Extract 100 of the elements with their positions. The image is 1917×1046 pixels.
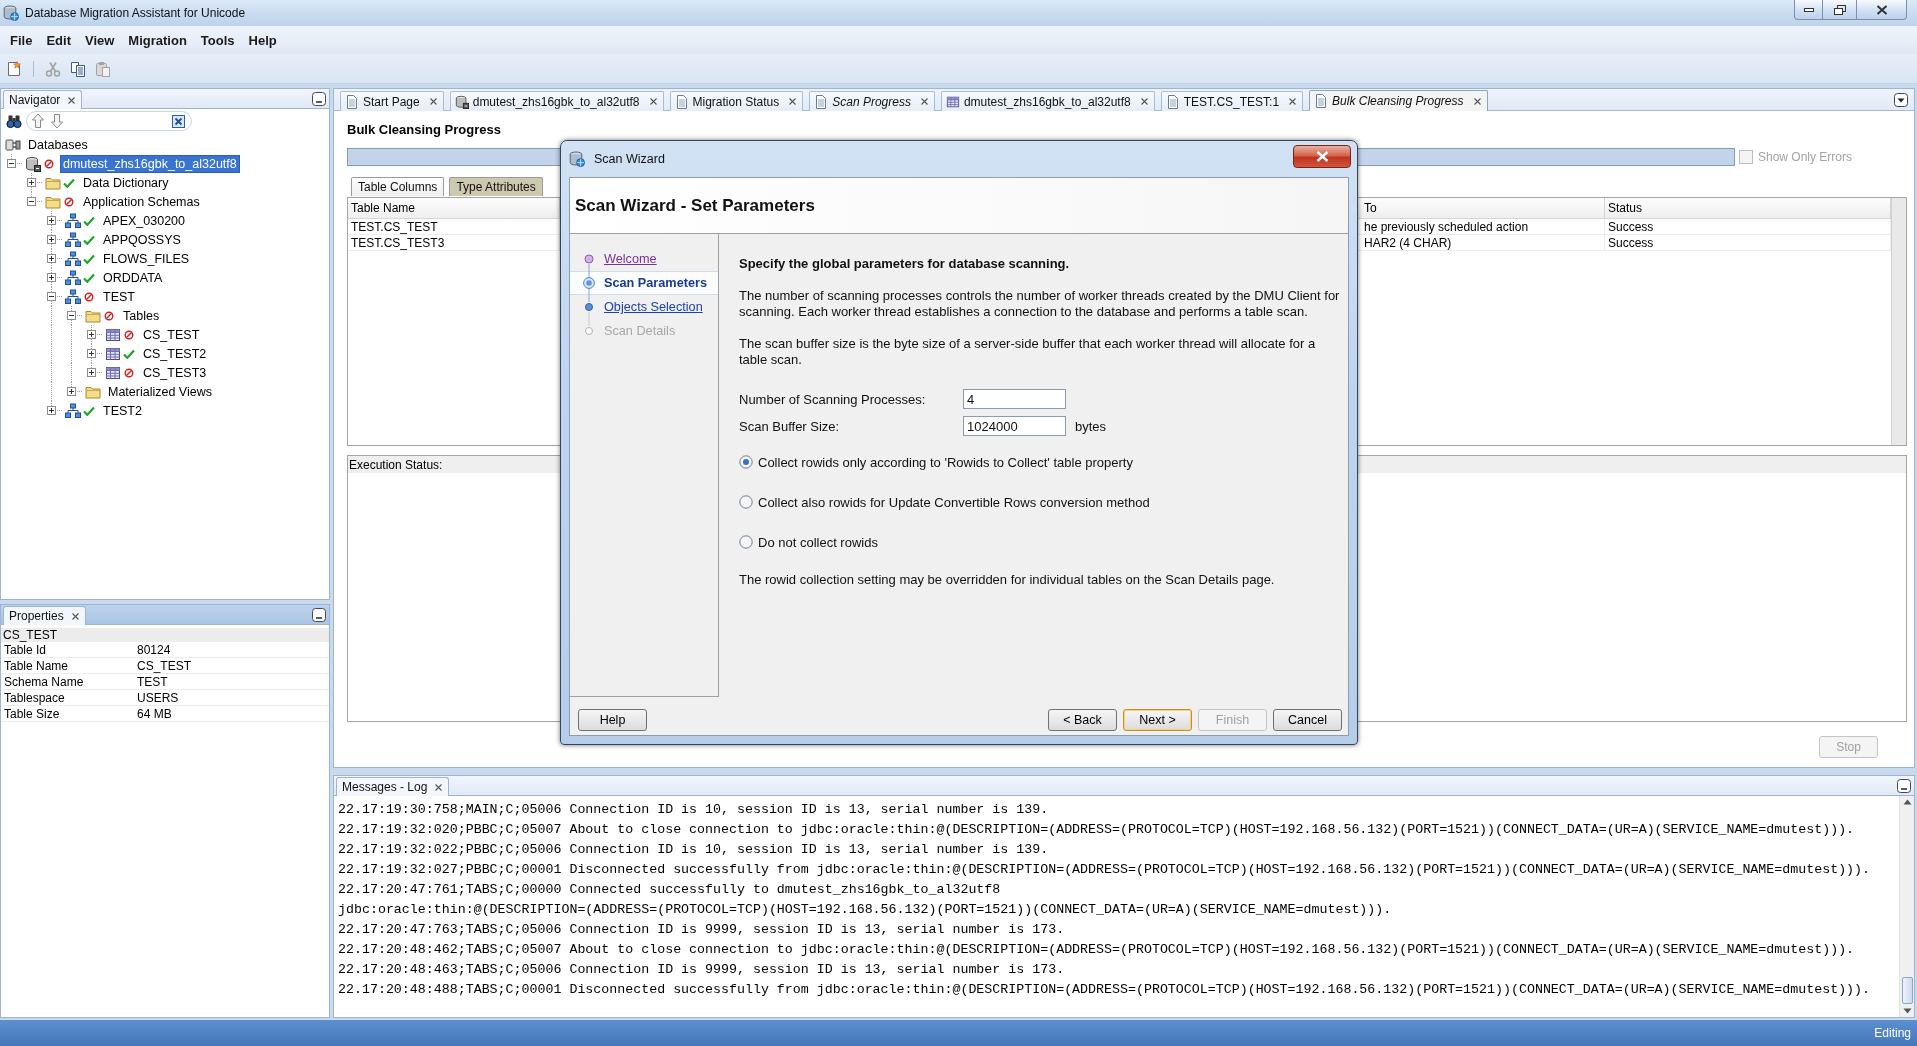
wizard-step[interactable]: Objects Selection: [570, 295, 718, 319]
dialog-button[interactable]: Help: [578, 709, 647, 731]
up-arrow-icon[interactable]: [1902, 799, 1912, 805]
down-arrow-icon[interactable]: [50, 113, 64, 129]
page-icon: [674, 94, 689, 109]
up-arrow-icon[interactable]: [31, 113, 45, 129]
radio-button[interactable]: [739, 455, 753, 469]
tree-item[interactable]: Materialized Views: [105, 382, 215, 401]
tab[interactable]: TEST.CS_TEST:1: [1160, 91, 1304, 111]
dialog-button[interactable]: < Back: [1048, 709, 1117, 731]
collapse-icon[interactable]: [67, 311, 76, 320]
close-icon[interactable]: [435, 783, 443, 791]
panel-tab[interactable]: Navigator: [3, 90, 83, 109]
wizard-step[interactable]: Welcome: [570, 247, 718, 271]
collapse-icon[interactable]: [27, 197, 36, 206]
close-icon[interactable]: [789, 98, 797, 105]
tree-item[interactable]: APPQOSSYS: [100, 230, 184, 249]
tree-item[interactable]: Tables: [120, 306, 163, 325]
close-button[interactable]: [1856, 0, 1907, 20]
close-icon[interactable]: [1289, 98, 1297, 105]
close-button[interactable]: [1293, 145, 1351, 168]
close-icon[interactable]: [1140, 98, 1148, 105]
radio-button[interactable]: [739, 495, 753, 509]
radio-button[interactable]: [739, 535, 753, 549]
tree-item[interactable]: Databases: [25, 135, 91, 154]
log-line: 22.17:20:48:463;TABS;C;05006 Connection ID is 9999, session ID is 13, serial number is 173.: [338, 961, 1065, 979]
tab[interactable]: Start Page: [340, 91, 444, 111]
minimize-icon[interactable]: [312, 91, 326, 106]
dialog-title: Scan Wizard: [594, 152, 665, 166]
property-value: USERS: [137, 690, 180, 705]
scrollbar-thumb[interactable]: [1901, 977, 1913, 1004]
expand-icon[interactable]: [87, 330, 96, 339]
tab[interactable]: Bulk Cleansing Progress: [1309, 90, 1488, 111]
close-icon[interactable]: [920, 98, 928, 105]
table-cell: he previously scheduled action: [1358, 219, 1605, 235]
unit-label: bytes: [1075, 418, 1107, 434]
menu-item[interactable]: Migration: [123, 30, 192, 50]
expand-icon[interactable]: [67, 387, 76, 396]
close-icon[interactable]: [68, 96, 76, 104]
menu-item[interactable]: Edit: [41, 30, 76, 50]
tree-item[interactable]: CS_TEST2: [140, 344, 210, 363]
tab[interactable]: dmutest_zhs16gbk_to_al32utf8: [940, 91, 1155, 111]
paragraph: The number of scanning processes controls the number of worker threads created by the DMU Client for scanning. Each worker thread establishes a connection to the database and performs a table scan.: [739, 288, 1341, 320]
tree-item[interactable]: dmutest_zhs16gbk_to_al32utf8: [60, 154, 240, 173]
search-field[interactable]: [26, 111, 192, 131]
expand-icon[interactable]: [47, 273, 56, 282]
minimize-icon[interactable]: [312, 607, 326, 622]
collapse-icon[interactable]: [7, 159, 16, 168]
dialog-button[interactable]: Cancel: [1273, 709, 1342, 731]
close-icon[interactable]: [1473, 97, 1481, 105]
wizard-step[interactable]: Scan Parameters: [570, 271, 718, 295]
tree-item[interactable]: ORDDATA: [100, 268, 166, 287]
binoculars-icon[interactable]: [6, 113, 22, 129]
input-field[interactable]: 4: [963, 389, 1066, 409]
note-text: The rowid collection setting may be overridden for individual tables on the Scan Details page.: [739, 572, 1276, 588]
minimize-button[interactable]: [1794, 0, 1823, 20]
tab[interactable]: Table Columns: [351, 177, 445, 196]
dropdown-icon[interactable]: [1894, 92, 1908, 107]
collapse-icon[interactable]: [47, 292, 56, 301]
hierarchy-icon: [65, 231, 81, 248]
clipboard-icon: [95, 60, 111, 77]
panel-tab[interactable]: Messages - Log: [336, 777, 450, 796]
tree-item[interactable]: Data Dictionary: [80, 173, 172, 192]
tree-item[interactable]: TEST: [100, 287, 138, 306]
expand-icon[interactable]: [87, 368, 96, 377]
tree-item[interactable]: CS_TEST3: [140, 363, 210, 382]
expand-icon[interactable]: [47, 216, 56, 225]
restore-button[interactable]: [1822, 0, 1857, 20]
menu-item[interactable]: View: [79, 30, 120, 50]
tree-item[interactable]: Application Schemas: [80, 192, 203, 211]
tab[interactable]: Type Attributes: [449, 177, 543, 196]
tree-item[interactable]: APEX_030200: [100, 211, 188, 230]
tab[interactable]: Migration Status: [669, 91, 804, 111]
menu-item[interactable]: Tools: [195, 30, 240, 50]
log-line: 22.17:19:32:020;PBBC;C;05007 About to close connection to jdbc:oracle:thin:@(DESCRIPTION=(ADDRESS=(PROTOCOL=TCP)(HOST=192.168.56.132)(PORT=1521))(CONNECT_DATA=(UR=A)(SERVICE_NAME=dmutest))).: [338, 821, 1855, 839]
expand-icon[interactable]: [27, 178, 36, 187]
wizard-heading: Scan Wizard - Set Parameters: [575, 195, 815, 216]
tree-item[interactable]: CS_TEST: [140, 325, 203, 344]
expand-icon[interactable]: [47, 254, 56, 263]
input-field[interactable]: 1024000: [963, 416, 1066, 436]
expand-icon[interactable]: [47, 235, 56, 244]
scrollbar[interactable]: [1899, 796, 1914, 1017]
down-arrow-icon[interactable]: [1902, 1008, 1912, 1014]
expand-icon[interactable]: [87, 349, 96, 358]
panel-tab[interactable]: Properties: [3, 606, 86, 625]
clear-icon[interactable]: [172, 114, 185, 128]
table-cell: Success: [1605, 219, 1891, 235]
minimize-icon[interactable]: [1897, 778, 1911, 793]
tab[interactable]: dmutest_zhs16gbk_to_al32utf8: [449, 91, 664, 111]
close-icon[interactable]: [71, 612, 79, 620]
menu-item[interactable]: File: [5, 30, 38, 50]
close-icon[interactable]: [429, 98, 437, 105]
expand-icon[interactable]: [47, 406, 56, 415]
menu-item[interactable]: Help: [243, 30, 282, 50]
tree-item[interactable]: TEST2: [100, 401, 145, 420]
close-icon[interactable]: [649, 98, 657, 105]
column-header: Status: [1605, 198, 1891, 219]
tree-item[interactable]: FLOWS_FILES: [100, 249, 193, 268]
dialog-button[interactable]: Next >: [1123, 709, 1192, 731]
tab[interactable]: Scan Progress: [809, 91, 935, 111]
